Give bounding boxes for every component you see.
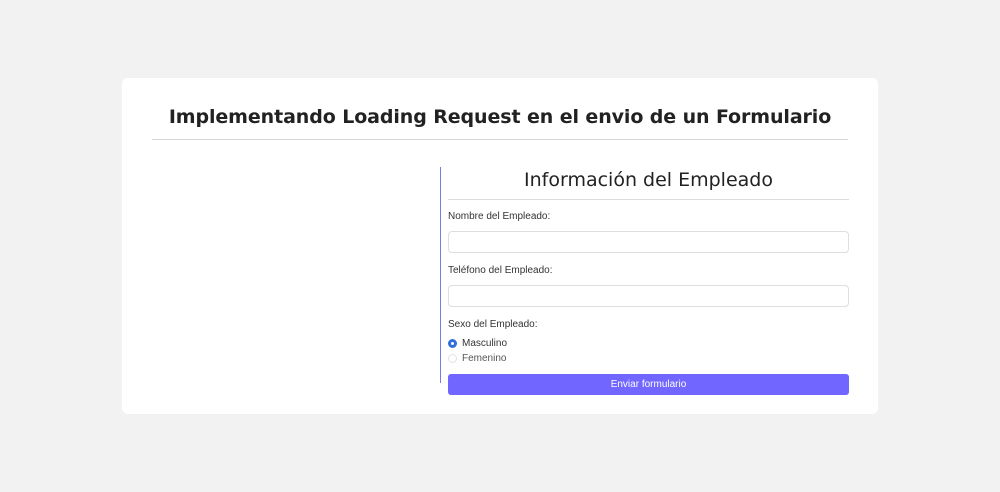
radio-label-femenino: Femenino [462, 353, 507, 364]
form-title-divider [448, 199, 849, 200]
left-pane [152, 167, 440, 383]
radio-label-masculino: Masculino [462, 338, 508, 349]
phone-label: Teléfono del Empleado: [448, 265, 553, 276]
employee-form: Información del Empleado Nombre del Empl… [448, 167, 849, 395]
form-title: Información del Empleado [524, 169, 773, 191]
main-card: Implementando Loading Request en el envi… [122, 78, 878, 414]
radio-button-femenino[interactable] [448, 354, 457, 363]
sex-label: Sexo del Empleado: [448, 319, 538, 330]
employee-name-input[interactable] [448, 231, 849, 253]
radio-option-masculino[interactable]: Masculino [448, 336, 849, 351]
radio-option-femenino[interactable]: Femenino [448, 351, 849, 366]
submit-form-button[interactable]: Enviar formulario [448, 374, 849, 395]
vertical-divider [440, 167, 441, 383]
name-label: Nombre del Empleado: [448, 211, 551, 222]
title-divider [152, 139, 848, 140]
page-title: Implementando Loading Request en el envi… [168, 106, 832, 128]
employee-phone-input[interactable] [448, 285, 849, 307]
radio-button-masculino[interactable] [448, 339, 457, 348]
